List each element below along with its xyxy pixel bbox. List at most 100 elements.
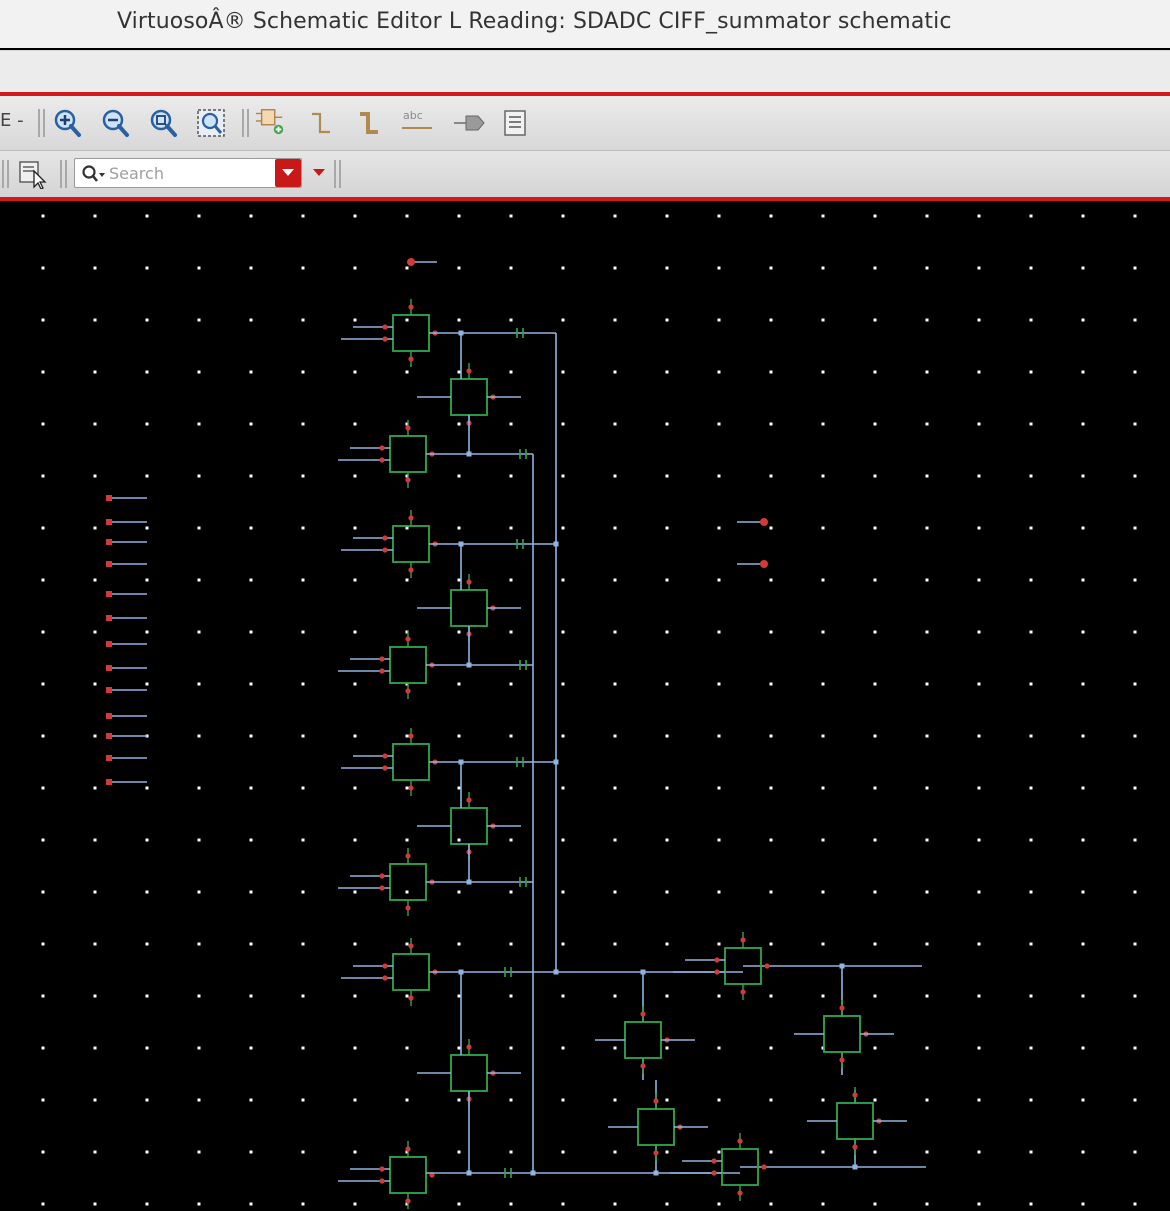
pin-terminal [405, 477, 411, 483]
switch-instance[interactable] [392, 953, 430, 991]
output-pin[interactable] [760, 560, 768, 568]
input-pin[interactable] [106, 615, 112, 621]
switch-instance[interactable] [389, 863, 427, 901]
switch-instance[interactable] [450, 1054, 488, 1092]
pin-terminal [379, 445, 385, 451]
wire-junction [852, 1164, 858, 1170]
input-pin[interactable] [106, 495, 112, 501]
pin-terminal [737, 1138, 743, 1144]
create-instance-icon[interactable] [256, 106, 286, 136]
wire-junction [553, 759, 559, 765]
search-input[interactable]: Search [74, 158, 302, 188]
pin-terminal [379, 873, 385, 879]
wire-junction [458, 541, 464, 547]
switch-instance[interactable] [450, 378, 488, 416]
pin-terminal [466, 368, 472, 374]
pin-terminal [379, 656, 385, 662]
pin-terminal [382, 963, 388, 969]
pin-terminal [839, 1005, 845, 1011]
input-pin[interactable] [106, 591, 112, 597]
pin-terminal [408, 733, 414, 739]
input-pin[interactable] [106, 665, 112, 671]
pin-terminal [405, 425, 411, 431]
pin-terminal [711, 1170, 717, 1176]
input-pin[interactable] [106, 713, 112, 719]
create-wire-icon[interactable] [306, 108, 336, 138]
pin-terminal [711, 1158, 717, 1164]
input-pin[interactable] [106, 561, 112, 567]
toolbar-row-1: E - abc [0, 96, 1170, 151]
switch-instance[interactable] [389, 1156, 427, 1194]
zoom-fit-icon[interactable] [148, 108, 178, 138]
pin-terminal [405, 1198, 411, 1204]
zoom-area-icon[interactable] [196, 108, 226, 138]
pin-terminal [714, 969, 720, 975]
input-pin[interactable] [106, 687, 112, 693]
window-title: VirtuosoÂ® Schematic Editor L Reading: S… [117, 9, 952, 34]
toolbar-separator [60, 160, 67, 188]
switch-instance[interactable] [450, 807, 488, 845]
input-pin[interactable] [106, 519, 112, 525]
pin-terminal [405, 853, 411, 859]
input-pin[interactable] [106, 755, 112, 761]
input-pin[interactable] [106, 539, 112, 545]
switch-instance[interactable] [389, 646, 427, 684]
pin-terminal [408, 356, 414, 362]
toolbar-overflow-icon[interactable]: E - [0, 110, 24, 131]
switch-instance[interactable] [637, 1108, 675, 1146]
schematic-canvas[interactable] [0, 202, 1170, 1211]
input-pin[interactable] [106, 733, 112, 739]
property-editor-icon[interactable] [500, 108, 530, 138]
menu-bar [0, 50, 1170, 93]
input-pin[interactable] [106, 779, 112, 785]
wire-junction [458, 759, 464, 765]
pin-terminal [405, 688, 411, 694]
create-label-icon[interactable]: abc [400, 106, 434, 136]
pin-terminal [640, 1011, 646, 1017]
output-pin[interactable] [760, 518, 768, 526]
pin-terminal [408, 995, 414, 1001]
switch-instance[interactable] [389, 435, 427, 473]
switch-instance[interactable] [392, 314, 430, 352]
create-wide-wire-icon[interactable] [354, 108, 384, 138]
switch-instance[interactable] [392, 525, 430, 563]
pin-terminal [640, 1063, 646, 1069]
search-dropdown-button[interactable] [275, 159, 301, 187]
pin-terminal [761, 1164, 767, 1170]
pin-terminal [382, 535, 388, 541]
accent-divider-bottom [0, 197, 1170, 201]
wire-junction [839, 963, 845, 969]
chevron-down-icon [282, 169, 294, 176]
wire-junction [466, 1170, 472, 1176]
search-options-chevron-icon[interactable] [312, 168, 326, 178]
pin-terminal [408, 785, 414, 791]
pin-terminal [382, 336, 388, 342]
input-pin[interactable] [407, 258, 415, 266]
pin-terminal [382, 547, 388, 553]
switch-instance[interactable] [392, 743, 430, 781]
wire-junction [640, 969, 646, 975]
wire-junction [653, 1170, 659, 1176]
pin-terminal [737, 1190, 743, 1196]
pin-terminal [379, 668, 385, 674]
input-pin[interactable] [106, 641, 112, 647]
search-placeholder: Search [109, 164, 164, 183]
pin-terminal [382, 324, 388, 330]
switch-instance[interactable] [450, 589, 488, 627]
zoom-out-icon[interactable] [100, 108, 130, 138]
switch-instance[interactable] [836, 1102, 874, 1140]
pin-terminal [653, 1098, 659, 1104]
pin-terminal [382, 765, 388, 771]
toolbar-separator [242, 109, 249, 137]
create-pin-icon[interactable] [452, 108, 486, 138]
pin-terminal [405, 1146, 411, 1152]
title-bar: VirtuosoÂ® Schematic Editor L Reading: S… [0, 0, 1170, 48]
pin-terminal [714, 957, 720, 963]
switch-instance[interactable] [624, 1021, 662, 1059]
pin-terminal [852, 1092, 858, 1098]
search-icon [82, 165, 105, 182]
zoom-in-icon[interactable] [52, 108, 82, 138]
select-mode-icon[interactable] [18, 159, 48, 189]
switch-instance[interactable] [823, 1015, 861, 1053]
pin-terminal [379, 1178, 385, 1184]
